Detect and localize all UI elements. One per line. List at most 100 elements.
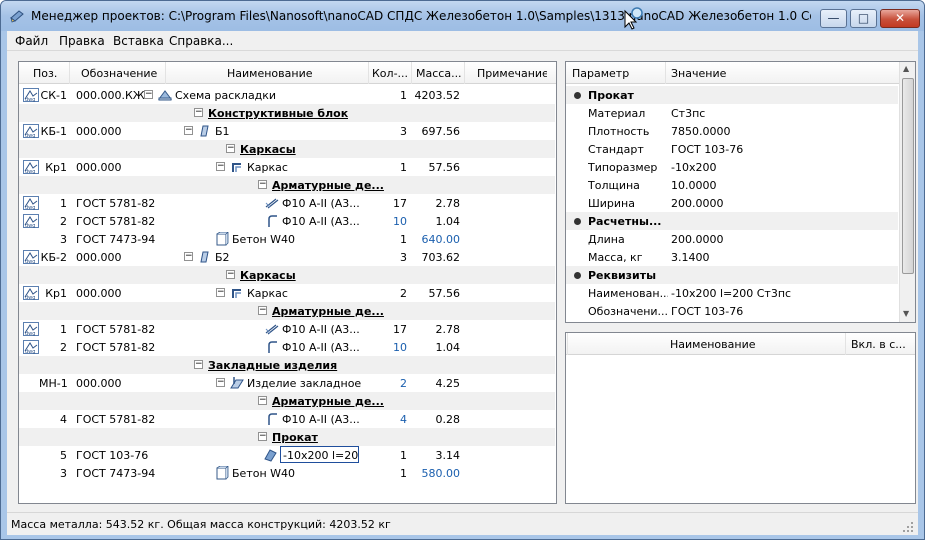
table-row[interactable]: dwg КБ-2 000.000 − Б2 3 703.62 [19, 248, 555, 266]
property-value[interactable]: 3.1400 [671, 251, 896, 264]
properties-panel[interactable]: Параметр Значение Прокат Материал Ст3пс Пло… [565, 61, 916, 323]
close-button[interactable]: ✕ [880, 9, 920, 28]
table-row[interactable]: 5 ГОСТ 103-76 -10х200 l=20... 1 3.14 [19, 446, 555, 464]
collapse-toggle-icon[interactable]: − [258, 396, 267, 405]
property-row[interactable]: Толщина 10.0000 [566, 176, 898, 194]
header-parameter[interactable]: Параметр [572, 67, 652, 80]
tree-group-row[interactable]: − Арматурные де... [19, 302, 555, 320]
header-value[interactable]: Значение [671, 67, 751, 80]
property-row[interactable]: Наименован... -10х200 l=200 Ст3пс [566, 284, 898, 302]
header-note[interactable]: Примечание [477, 67, 547, 80]
dwg-file-icon[interactable]: dwg [23, 124, 39, 139]
property-category[interactable]: Расчетны... [566, 212, 898, 230]
header-pos[interactable]: Поз. [33, 67, 63, 80]
maximize-button[interactable]: □ [850, 9, 877, 28]
property-value[interactable]: -10х200 l=200 Ст3пс [671, 287, 896, 300]
table-row[interactable]: dwg 1 ГОСТ 5781-82 Ф10 А-II (А3... 17 2.78 [19, 194, 555, 212]
table-row[interactable]: dwg 2 ГОСТ 5781-82 Ф10 А-II (А3... 10 1.04 [19, 212, 555, 230]
scroll-down-icon[interactable]: ▼ [903, 309, 909, 318]
property-value[interactable]: ГОСТ 103-76 [671, 305, 896, 318]
header-item-name[interactable]: Наименование [670, 338, 790, 351]
category-bullet-icon[interactable] [574, 218, 581, 225]
menu-edit[interactable]: Правка [59, 34, 105, 48]
property-row[interactable]: Обозначени... ГОСТ 103-76 [566, 302, 898, 320]
collapse-toggle-icon[interactable]: − [226, 270, 235, 279]
dwg-file-icon[interactable]: dwg [23, 196, 39, 211]
category-bullet-icon[interactable] [574, 92, 581, 99]
tree-group-row[interactable]: − Конструктивные блоки [19, 104, 555, 122]
header-divider[interactable] [845, 333, 846, 355]
table-row[interactable]: dwg 1 ГОСТ 5781-82 Ф10 А-II (А3... 17 2.78 [19, 320, 555, 338]
menu-insert[interactable]: Вставка [113, 34, 164, 48]
property-value[interactable]: 200.0000 [671, 233, 896, 246]
collapse-toggle-icon[interactable]: − [184, 126, 193, 135]
property-category[interactable]: Реквизиты [566, 266, 898, 284]
property-category[interactable]: Прокат [566, 86, 898, 104]
property-row[interactable]: Длина 200.0000 [566, 230, 898, 248]
dwg-file-icon[interactable]: dwg [23, 214, 39, 229]
dwg-file-icon[interactable]: dwg [23, 250, 39, 265]
dwg-file-icon[interactable]: dwg [23, 88, 39, 103]
property-row[interactable]: Ширина 200.0000 [566, 194, 898, 212]
dwg-file-icon[interactable]: dwg [23, 286, 39, 301]
header-divider[interactable] [665, 62, 666, 84]
header-name[interactable]: Наименование [227, 67, 337, 80]
property-value[interactable]: ГОСТ 103-76 [671, 143, 896, 156]
tree-group-row[interactable]: − Арматурные де... [19, 392, 555, 410]
collapse-toggle-icon[interactable]: − [184, 252, 193, 261]
property-row[interactable]: Материал Ст3пс [566, 104, 898, 122]
project-tree-table[interactable]: Поз. Обозначение Наименование Кол-... Ма… [18, 61, 557, 504]
menu-help[interactable]: Справка... [169, 34, 233, 48]
header-divider[interactable] [69, 62, 70, 84]
table-row[interactable]: dwg 2 ГОСТ 5781-82 Ф10 А-II (А3... 10 1.04 [19, 338, 555, 356]
collapse-toggle-icon[interactable]: − [258, 306, 267, 315]
dwg-file-icon[interactable]: dwg [23, 340, 39, 355]
collapse-toggle-icon[interactable]: − [258, 180, 267, 189]
header-divider[interactable] [165, 62, 166, 84]
inclusion-panel[interactable]: Наименование Вкл. в с... [565, 332, 916, 504]
property-row[interactable]: Масса, кг 3.1400 [566, 248, 898, 266]
menu-file[interactable]: Файл [15, 34, 48, 48]
inline-edit-field[interactable]: -10х200 l=20... [280, 446, 359, 463]
table-row[interactable]: МН-1 000.000 − Изделие закладное 2 4.25 [19, 374, 555, 392]
table-row[interactable]: 3 ГОСТ 7473-94 Бетон W40 1 640.00 [19, 230, 555, 248]
table-row[interactable]: dwg Кр1 000.000 − Каркас 2 57.56 [19, 284, 555, 302]
tree-group-row[interactable]: − Прокат [19, 428, 555, 446]
properties-scrollbar[interactable]: ▲ ▼ [899, 62, 915, 322]
tree-group-row[interactable]: − Каркасы [19, 140, 555, 158]
header-divider[interactable] [464, 62, 465, 84]
property-value[interactable]: 10.0000 [671, 179, 896, 192]
header-mass[interactable]: Масса... [416, 67, 461, 80]
property-value[interactable]: -10х200 [671, 161, 896, 174]
header-designation[interactable]: Обозначение [81, 67, 161, 80]
property-row[interactable]: Плотность 7850.0000 [566, 122, 898, 140]
table-row[interactable]: dwg СК-1 000.000.КЖ1− Схема раскладки 1 4203.… [19, 86, 555, 104]
collapse-toggle-icon[interactable]: − [194, 108, 203, 117]
header-include[interactable]: Вкл. в с... [851, 338, 913, 351]
collapse-toggle-icon[interactable]: − [216, 162, 225, 171]
scroll-up-icon[interactable]: ▲ [903, 64, 909, 73]
collapse-toggle-icon[interactable]: − [226, 144, 235, 153]
header-divider[interactable] [368, 62, 369, 84]
collapse-toggle-icon[interactable]: − [258, 432, 267, 441]
header-divider[interactable] [567, 333, 568, 355]
title-bar[interactable]: Менеджер проектов: C:\Program Files\Nano… [1, 1, 924, 31]
table-row[interactable]: 3 ГОСТ 7473-94 Бетон W40 1 580.00 [19, 464, 555, 482]
scroll-thumb[interactable] [902, 78, 914, 274]
resize-grip-icon[interactable] [902, 521, 914, 533]
header-qty[interactable]: Кол-... [372, 67, 412, 80]
collapse-toggle-icon[interactable]: − [194, 360, 203, 369]
category-bullet-icon[interactable] [574, 272, 581, 279]
collapse-toggle-icon[interactable]: − [144, 90, 153, 99]
collapse-toggle-icon[interactable]: − [216, 288, 225, 297]
property-row[interactable]: Типоразмер -10х200 [566, 158, 898, 176]
property-row[interactable]: Стандарт ГОСТ 103-76 [566, 140, 898, 158]
table-row[interactable]: dwg КБ-1 000.000 − Б1 3 697.56 [19, 122, 555, 140]
property-value[interactable]: 7850.0000 [671, 125, 896, 138]
header-divider[interactable] [411, 62, 412, 84]
table-row[interactable]: dwg Кр1 000.000 − Каркас 1 57.56 [19, 158, 555, 176]
table-row[interactable]: 4 ГОСТ 5781-82 Ф10 А-II (А3... 4 0.28 [19, 410, 555, 428]
minimize-button[interactable]: — [820, 9, 847, 28]
property-value[interactable]: Ст3пс [671, 107, 896, 120]
collapse-toggle-icon[interactable]: − [216, 378, 225, 387]
